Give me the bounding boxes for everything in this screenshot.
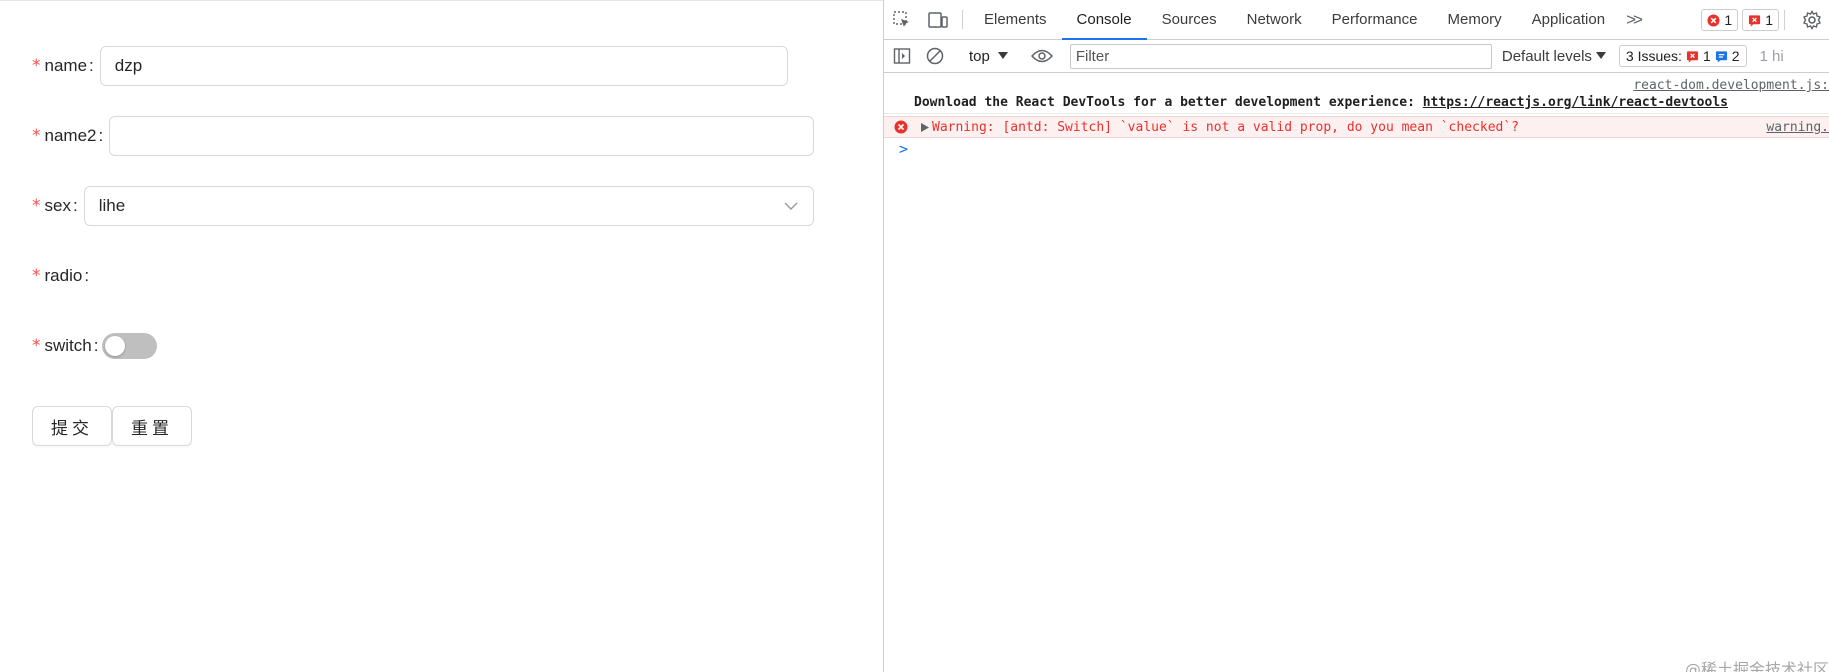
caret-down-icon <box>997 52 1008 59</box>
tab-application[interactable]: Application <box>1517 0 1620 39</box>
sex-select[interactable]: lihe <box>83 186 814 226</box>
required-mark: * <box>32 56 41 76</box>
form-actions: 提交 重置 <box>32 406 192 446</box>
name2-input[interactable] <box>109 116 814 156</box>
settings-gear-icon[interactable] <box>1795 0 1829 40</box>
tab-sources[interactable]: Sources <box>1147 0 1232 39</box>
console-message-log: react-dom.development.js: Download the R… <box>884 76 1829 114</box>
console-toolbar: top Filter Default levels 3 Issues: 1 2 … <box>884 40 1829 73</box>
devtools-panel: Elements Console Sources Network Perform… <box>883 0 1829 672</box>
issue-count-badge[interactable]: 1 <box>1742 9 1779 31</box>
tab-memory[interactable]: Memory <box>1433 0 1517 39</box>
label-colon: : <box>98 126 104 145</box>
error-count-badge[interactable]: 1 <box>1701 9 1739 31</box>
switch-toggle[interactable] <box>102 333 158 359</box>
form-label-name: * name : <box>32 56 100 76</box>
tab-network[interactable]: Network <box>1232 0 1317 39</box>
more-tabs-button[interactable]: >> <box>1620 0 1646 39</box>
label-colon: : <box>84 266 90 285</box>
form-label-radio: * radio : <box>32 266 95 286</box>
error-count: 1 <box>1724 12 1733 28</box>
form-item-radio: * radio : <box>32 256 814 296</box>
form-item-name2: * name2 : <box>32 116 814 156</box>
chevron-down-icon <box>783 198 799 214</box>
console-messages: react-dom.development.js: Download the R… <box>884 74 1829 672</box>
submit-button[interactable]: 提交 <box>32 406 112 446</box>
form-item-name: * name : dzp <box>32 46 814 86</box>
error-icon <box>1707 13 1720 27</box>
prompt-chevron-icon: > <box>899 140 909 158</box>
issue-error-icon <box>1686 50 1699 63</box>
devtools-tabbar: Elements Console Sources Network Perform… <box>884 0 1829 40</box>
console-prompt[interactable]: > <box>884 140 1829 160</box>
sex-select-value: lihe <box>98 196 126 215</box>
form-label-sex: * sex : <box>32 196 84 216</box>
name-input[interactable]: dzp <box>99 46 788 86</box>
react-devtools-link[interactable]: https://reactjs.org/link/react-devtools <box>1423 95 1728 110</box>
issue-error-icon <box>1749 14 1761 27</box>
name-input-value: dzp <box>114 56 143 75</box>
form-item-switch: * switch : <box>32 326 814 366</box>
label-text: switch <box>44 336 92 355</box>
issue-info-icon <box>1715 50 1727 63</box>
log-levels-label: Default levels <box>1501 47 1592 65</box>
message-source-link[interactable]: warning. <box>1766 120 1829 135</box>
issues-button[interactable]: 3 Issues: 1 2 <box>1618 45 1747 67</box>
log-levels-dropdown[interactable]: Default levels <box>1502 48 1606 65</box>
error-message-text: Warning: [antd: Switch] `value` is not a… <box>932 120 1519 135</box>
form-item-sex: * sex : lihe <box>32 186 814 226</box>
issues-info-count: 2 <box>1731 48 1740 64</box>
message-body: Download the React DevTools for a better… <box>914 95 1423 110</box>
tab-performance[interactable]: Performance <box>1317 0 1433 39</box>
required-mark: * <box>32 336 41 356</box>
required-mark: * <box>32 196 41 216</box>
tab-console[interactable]: Console <box>1061 0 1147 40</box>
label-colon: : <box>93 336 99 355</box>
issues-label: 3 Issues: <box>1625 48 1682 64</box>
inspect-element-icon[interactable] <box>884 0 920 39</box>
required-mark: * <box>32 126 41 146</box>
label-text: name <box>44 56 88 75</box>
clear-console-icon[interactable] <box>920 47 950 65</box>
label-text: name2 <box>44 126 97 145</box>
form-label-name2: * name2 : <box>32 126 109 146</box>
label-text: sex <box>44 196 71 215</box>
console-filter-input[interactable]: Filter <box>1069 43 1492 69</box>
watermark: @稀土掘金技术社区 <box>1684 660 1829 672</box>
console-message-error: Warning: [antd: Switch] `value` is not a… <box>884 116 1829 138</box>
live-expression-eye-icon[interactable] <box>1027 49 1057 63</box>
issue-count: 1 <box>1765 12 1773 28</box>
required-mark: * <box>32 266 41 286</box>
message-source-link[interactable]: react-dom.development.js: <box>1633 78 1829 93</box>
toolbar-divider <box>962 10 963 29</box>
caret-down-icon <box>1595 52 1606 59</box>
label-colon: : <box>72 196 78 215</box>
tab-elements[interactable]: Elements <box>969 0 1062 39</box>
error-icon <box>894 120 908 134</box>
error-counters: 1 1 <box>1701 0 1779 31</box>
reset-button[interactable]: 重置 <box>112 406 192 446</box>
app-page: * name : dzp * name2 : * sex : lihe * ra… <box>0 0 883 672</box>
context-selector-value: top <box>969 47 990 65</box>
message-text: Download the React DevTools for a better… <box>914 95 1728 110</box>
expand-triangle-icon[interactable] <box>921 123 929 132</box>
device-toolbar-icon[interactable] <box>920 0 956 39</box>
form-label-switch: * switch : <box>32 336 102 356</box>
label-text: radio <box>44 266 83 285</box>
switch-knob <box>105 336 126 356</box>
hidden-messages-count: 1 hi <box>1759 47 1784 65</box>
issues-error-count: 1 <box>1702 48 1711 64</box>
sidebar-toggle-icon[interactable] <box>884 47 920 65</box>
toolbar-divider <box>1784 10 1785 30</box>
context-selector[interactable]: top <box>963 48 1014 65</box>
filter-placeholder: Filter <box>1075 47 1110 65</box>
label-colon: : <box>89 56 94 75</box>
